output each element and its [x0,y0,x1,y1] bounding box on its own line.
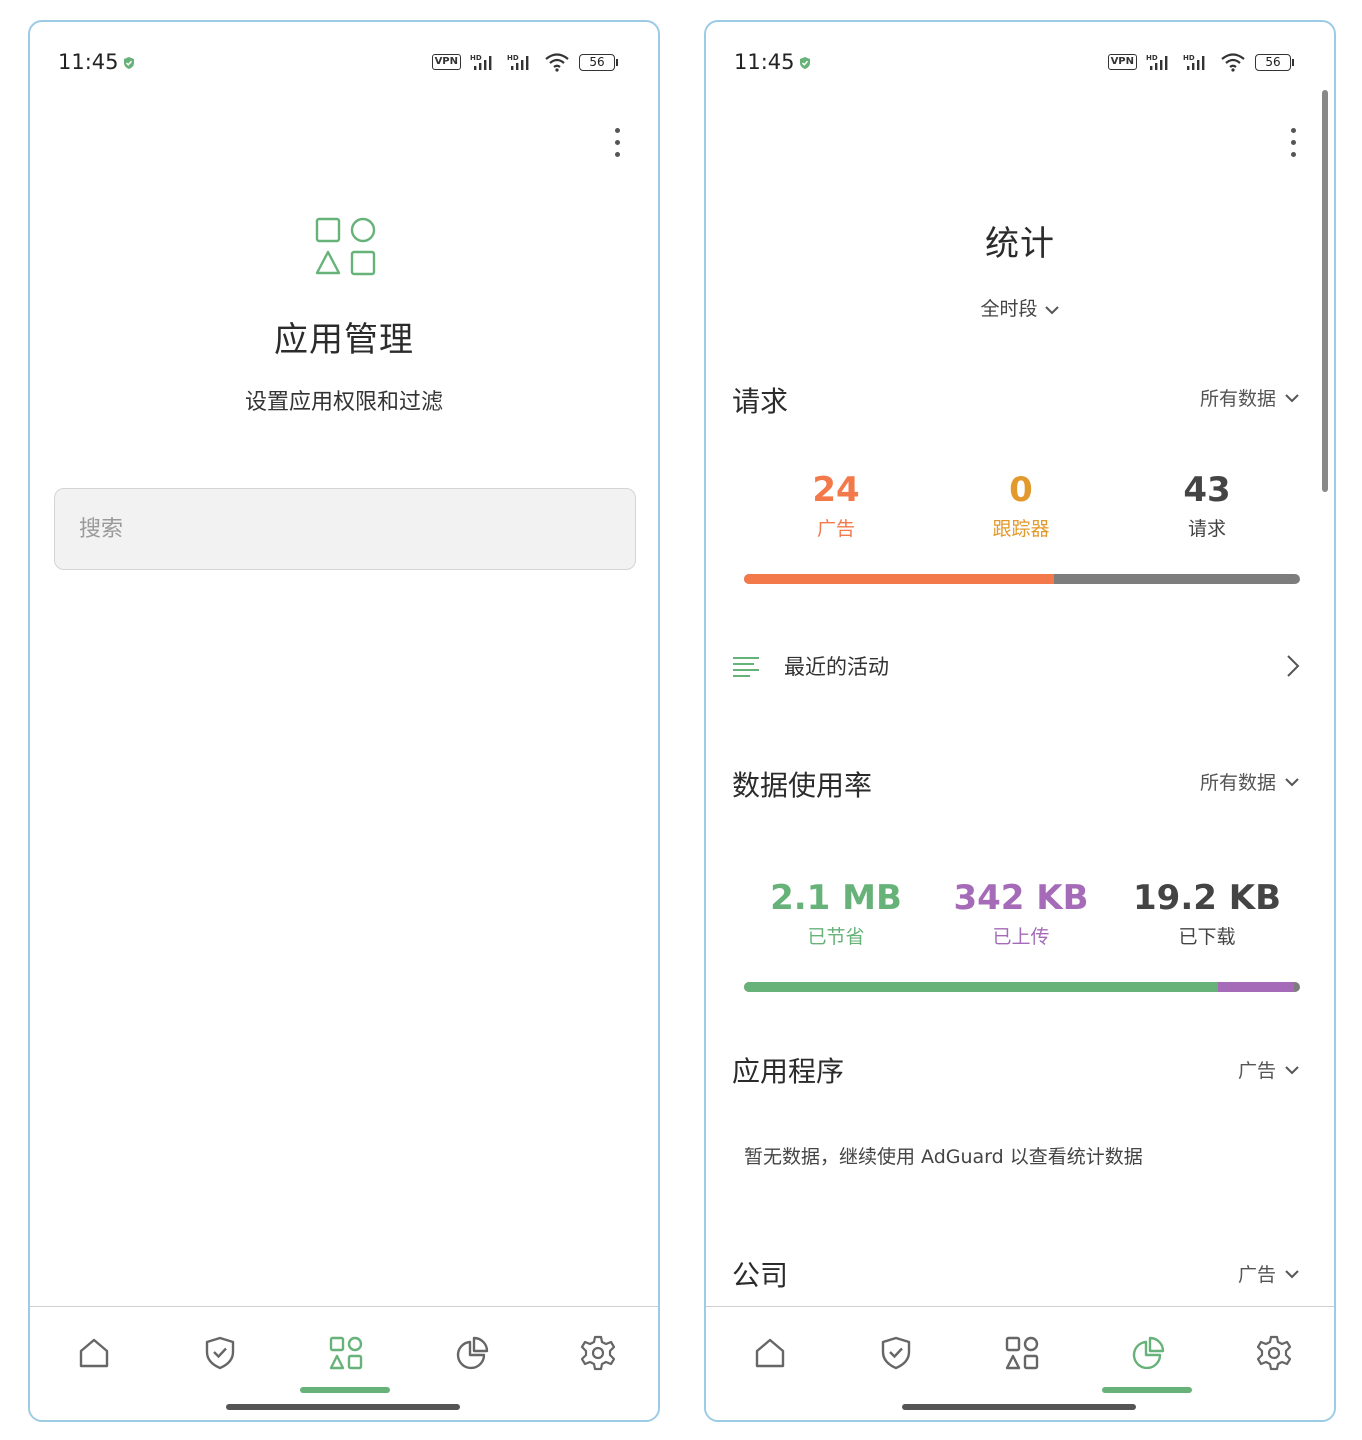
trackers-stat: 0 跟踪器 [921,470,1121,541]
svg-text:HD: HD [470,54,482,62]
applications-filter-dropdown[interactable]: 广告 [1238,1056,1300,1083]
active-tab-indicator [1102,1387,1192,1393]
search-input[interactable] [54,488,636,570]
uploaded-stat: 342 KB 已上传 [921,878,1121,949]
data-usage-filter-dropdown[interactable]: 所有数据 [1200,768,1300,795]
shield-check-icon[interactable] [200,1333,240,1373]
downloaded-stat: 19.2 KB 已下载 [1107,878,1307,949]
applications-empty-message: 暂无数据，继续使用 AdGuard 以查看统计数据 [744,1146,1143,1168]
chevron-down-icon [1044,306,1059,315]
gesture-home-bar[interactable] [226,1404,460,1410]
requests-filter-label: 所有数据 [1199,388,1276,410]
shield-check-icon[interactable] [876,1333,916,1373]
battery-indicator: 56 [579,53,618,71]
recent-activity-label: 最近的活动 [784,655,889,679]
active-tab-indicator [300,1387,390,1393]
settings-icon[interactable] [578,1333,618,1373]
saved-value: 2.1 MB [770,878,902,918]
status-indicators: VPN HD HD 56 [1107,52,1294,72]
uploaded-value: 342 KB [953,878,1089,918]
apps-icon[interactable] [1002,1333,1042,1373]
period-label: 全时段 [980,298,1038,320]
signal-icon-2: HD [507,54,529,70]
trackers-count: 0 [1009,470,1033,510]
requests-stat: 43 请求 [1107,470,1307,541]
adguard-shield-icon [124,57,134,69]
companies-filter-label: 广告 [1237,1264,1276,1286]
page-title: 统计 [985,224,1055,264]
gesture-home-bar[interactable] [902,1404,1136,1410]
bottom-navigation [706,1306,1334,1420]
data-usage-filter-label: 所有数据 [1199,772,1276,794]
companies-title: 公司 [732,1259,789,1292]
signal-icon: HD [470,54,492,70]
list-icon [733,657,759,677]
requests-bar-ads [744,574,1055,584]
chevron-down-icon [1285,1065,1299,1074]
adguard-shield-icon [800,57,810,69]
vpn-badge: VPN [431,54,461,70]
data-usage-bar-uploaded [1217,982,1295,992]
svg-text:HD: HD [1146,54,1158,62]
scrollbar[interactable] [1322,90,1328,492]
battery-indicator: 56 [1255,53,1294,71]
statistics-icon[interactable] [1128,1333,1168,1373]
battery-level: 56 [579,53,615,71]
chevron-right-icon [1287,655,1300,677]
saved-label: 已节省 [807,926,865,948]
signal-icon-2: HD [1183,54,1205,70]
overflow-menu-icon[interactable] [1291,128,1296,157]
requests-filter-dropdown[interactable]: 所有数据 [1200,384,1300,411]
recent-activity-row[interactable]: 最近的活动 [732,640,1300,692]
signal-icon: HD [1146,54,1168,70]
page-title: 应用管理 [274,320,414,360]
page-subtitle: 设置应用权限和过滤 [244,390,443,415]
statistics-icon[interactable] [452,1333,492,1373]
downloaded-label: 已下载 [1178,926,1236,948]
battery-level: 56 [1255,53,1291,71]
chevron-down-icon [1285,1269,1299,1278]
applications-title: 应用程序 [732,1055,845,1088]
requests-count: 43 [1183,470,1231,510]
downloaded-value: 19.2 KB [1133,878,1281,918]
statistics-screen: 11:45 VPN HD HD 56 统计 全时段 请求 所有数据 24 广告 … [704,20,1336,1422]
status-indicators: VPN HD HD 56 [431,52,618,72]
trackers-label: 跟踪器 [992,518,1050,540]
overflow-menu-icon[interactable] [615,128,620,157]
home-icon[interactable] [74,1333,114,1373]
companies-filter-dropdown[interactable]: 广告 [1238,1260,1300,1287]
apps-icon[interactable] [326,1333,366,1373]
ads-count: 24 [812,470,860,510]
settings-icon[interactable] [1254,1333,1294,1373]
svg-text:HD: HD [1183,54,1195,62]
data-usage-bar-saved [744,982,1218,992]
chevron-down-icon [1285,777,1299,786]
status-time: 11:45 [734,50,795,74]
home-icon[interactable] [750,1333,790,1373]
requests-title: 请求 [732,385,789,418]
data-usage-bar [744,982,1300,992]
data-usage-title: 数据使用率 [732,769,873,802]
saved-stat: 2.1 MB 已节省 [736,878,936,949]
requests-bar [744,574,1300,584]
ads-label: 广告 [816,518,855,540]
wifi-icon [545,53,569,72]
period-dropdown[interactable]: 全时段 [706,294,1334,321]
applications-filter-label: 广告 [1237,1060,1276,1082]
chevron-down-icon [1285,393,1299,402]
vpn-badge: VPN [1107,54,1137,70]
status-time: 11:45 [58,50,119,74]
wifi-icon [1221,53,1245,72]
ads-stat: 24 广告 [736,470,936,541]
requests-label: 请求 [1187,518,1226,540]
app-management-screen: 11:45 VPN HD HD 56 应用管理 设置应用权限和过滤 搜索 [28,20,660,1422]
apps-hero-icon [315,217,376,276]
bottom-navigation [30,1306,658,1420]
uploaded-label: 已上传 [992,926,1050,948]
svg-text:HD: HD [507,54,519,62]
